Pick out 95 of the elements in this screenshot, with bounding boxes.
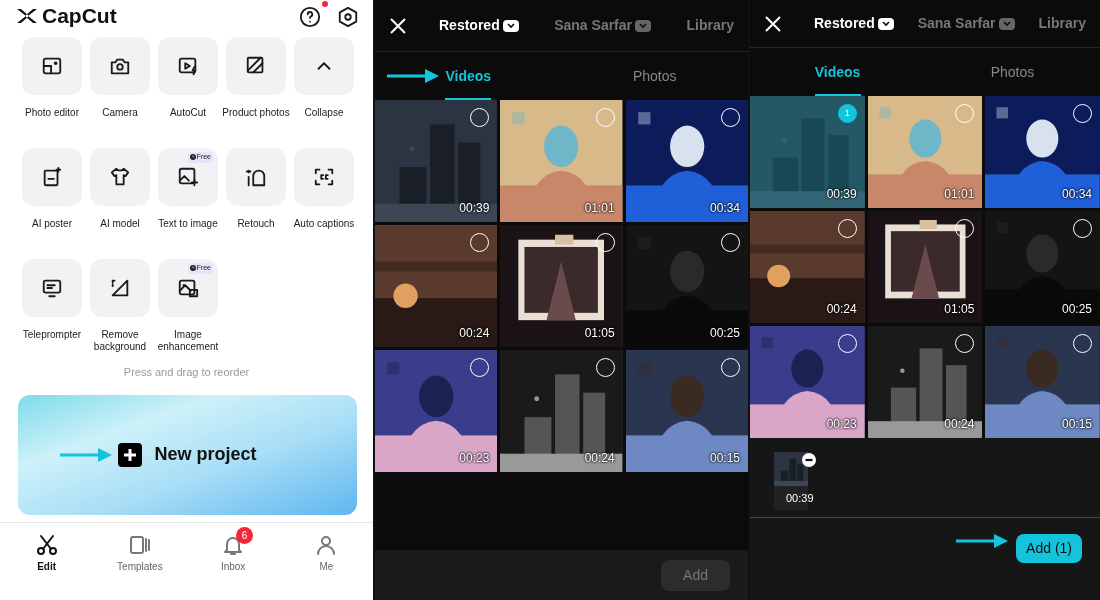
duration-label: 00:25 xyxy=(1061,301,1092,318)
plus-icon xyxy=(118,442,143,467)
tool-label: Remove background xyxy=(92,329,148,353)
nav-tab[interactable]: Templates xyxy=(104,533,175,574)
nav-tab[interactable]: Edit xyxy=(11,533,82,574)
tool-button[interactable] xyxy=(294,148,354,206)
tool-button[interactable] xyxy=(226,148,286,206)
settings-button[interactable] xyxy=(337,4,359,28)
duration-label: 00:15 xyxy=(1061,416,1092,433)
album-tab[interactable]: Library xyxy=(686,15,734,36)
count-badge: 6 xyxy=(236,527,254,544)
duration-label: 00:23 xyxy=(459,450,490,467)
album-tab[interactable]: Sana Sarfar xyxy=(917,13,1015,34)
app-name: CapCut xyxy=(42,3,117,30)
settings-icon xyxy=(337,5,359,28)
album-tab[interactable]: Restored xyxy=(814,13,894,34)
duration-label: 00:25 xyxy=(709,325,740,342)
album-tab[interactable]: Library xyxy=(1038,13,1086,34)
video-thumbnail[interactable]: 00:39 xyxy=(375,100,498,222)
duration-label: 01:05 xyxy=(944,301,975,318)
album-tab[interactable]: Restored xyxy=(439,15,519,36)
tool-label: Auto captions xyxy=(292,218,356,230)
video-thumbnail[interactable]: 00:25 xyxy=(625,225,748,347)
dropdown-icon xyxy=(502,19,519,32)
duration-label: 00:24 xyxy=(826,301,857,318)
tool-button[interactable] xyxy=(90,259,150,317)
duration-label: 00:34 xyxy=(709,200,740,217)
tool-button[interactable] xyxy=(90,148,150,206)
monitor-icon xyxy=(41,277,63,299)
tool-button[interactable] xyxy=(22,259,82,317)
tool-label: Text to image xyxy=(157,218,219,230)
video-thumbnail[interactable]: 00:34 xyxy=(625,100,748,222)
image-sparkle-icon xyxy=(177,166,199,188)
clock-icon xyxy=(189,265,196,272)
media-tab[interactable]: Videos xyxy=(750,48,925,96)
photo-icon xyxy=(41,55,63,77)
dropdown-icon xyxy=(635,19,651,32)
duration-label: 01:01 xyxy=(944,186,975,203)
duration-label: 01:05 xyxy=(584,325,615,342)
duration-label: 00:23 xyxy=(826,416,857,433)
video-thumbnail[interactable]: 00:15 xyxy=(985,326,1100,438)
logo-icon xyxy=(16,7,38,25)
tool-label: AI poster xyxy=(31,218,73,230)
video-thumbnail[interactable]: 00:25 xyxy=(985,211,1100,323)
media-tab[interactable]: Photos xyxy=(925,48,1100,96)
video-thumbnail[interactable]: 01:05 xyxy=(500,225,623,347)
media-tab[interactable]: Photos xyxy=(561,52,748,100)
caption-icon xyxy=(313,166,335,188)
dropdown-icon xyxy=(877,17,894,30)
duration-label: 00:15 xyxy=(709,450,740,467)
scissors-icon xyxy=(34,533,59,557)
video-thumbnail[interactable]: 00:24 xyxy=(750,211,865,323)
help-button[interactable] xyxy=(299,4,321,28)
nav-tab[interactable]: Me xyxy=(291,533,362,574)
video-thumbnail[interactable]: 1 00:39 xyxy=(750,96,865,208)
clock-icon xyxy=(189,154,196,161)
tool-label: Retouch xyxy=(236,218,276,230)
duration-label: 00:39 xyxy=(786,490,814,506)
tool-label: Camera xyxy=(101,107,139,119)
video-thumbnail[interactable]: 00:15 xyxy=(625,350,748,472)
video-thumbnail[interactable]: 01:05 xyxy=(867,211,983,323)
shirt-icon xyxy=(109,166,131,188)
media-tab[interactable]: Videos xyxy=(375,52,562,100)
new-project-button[interactable]: New project xyxy=(18,394,357,515)
duration-label: 00:34 xyxy=(1061,186,1092,203)
duration-label: 00:24 xyxy=(459,325,490,342)
close-icon xyxy=(764,15,782,34)
tool-button[interactable] xyxy=(226,37,286,95)
hint-text: Press and drag to reorder xyxy=(122,365,251,380)
tool-label: Image enhancement xyxy=(156,329,220,353)
duration-label: 01:01 xyxy=(584,200,615,217)
album-tab[interactable]: Sana Sarfar xyxy=(554,15,651,36)
dropdown-icon xyxy=(998,17,1015,30)
tool-button[interactable] xyxy=(22,148,82,206)
duration-label: 00:39 xyxy=(459,200,490,217)
tool-label: Teleprompter xyxy=(21,329,83,341)
tool-label: Photo editor xyxy=(24,107,80,119)
close-icon xyxy=(389,17,407,36)
video-thumbnail[interactable]: 00:24 xyxy=(375,225,498,347)
duration-label: 00:39 xyxy=(826,186,857,203)
templates-icon xyxy=(127,533,152,557)
tool-button[interactable] xyxy=(22,37,82,95)
tool-label: AI model xyxy=(99,218,141,230)
help-icon xyxy=(299,5,321,28)
tool-button[interactable] xyxy=(90,37,150,95)
tool-button[interactable] xyxy=(158,37,218,95)
duration-label: 00:24 xyxy=(584,450,615,467)
add-button[interactable]: Add (1) xyxy=(1016,534,1082,563)
triangle-icon xyxy=(109,277,131,299)
poster-icon xyxy=(41,166,63,188)
play-icon xyxy=(177,55,199,77)
tool-label: Product photos xyxy=(221,107,291,119)
video-thumbnail[interactable]: 00:34 xyxy=(985,96,1100,208)
remove-icon[interactable] xyxy=(802,452,816,467)
duration-label: 00:24 xyxy=(944,416,975,433)
